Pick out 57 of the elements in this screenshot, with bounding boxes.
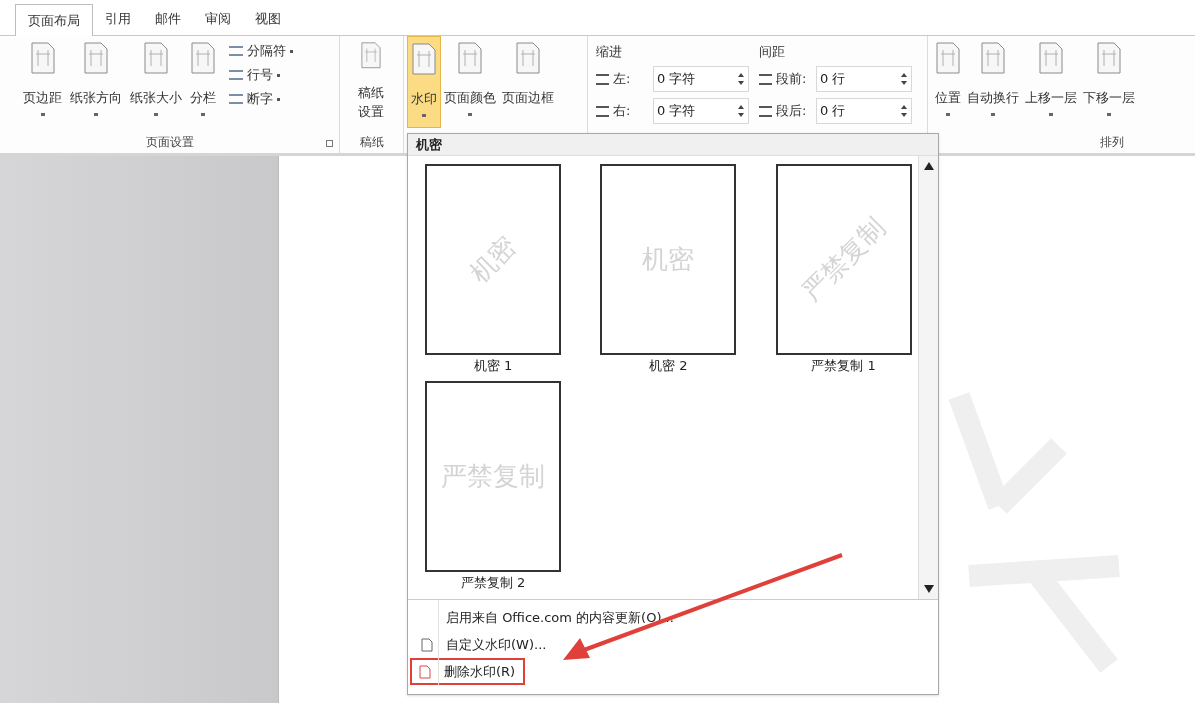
page-icon	[515, 42, 541, 74]
ribbon-tab[interactable]: 引用	[93, 3, 143, 35]
ribbon-button[interactable]: 自动换行	[964, 36, 1022, 128]
dialog-launcher-icon[interactable]	[326, 139, 333, 147]
ribbon-tab[interactable]: 页面布局	[15, 4, 93, 36]
group-label: 稿纸	[359, 134, 384, 152]
lines-icon	[229, 94, 243, 104]
section-title: 缩进	[596, 43, 623, 61]
ribbon-button[interactable]: 纸张大小	[127, 36, 185, 128]
spin-arrows-icon[interactable]	[900, 104, 908, 118]
scroll-down-icon[interactable]	[923, 585, 934, 593]
ribbon-tab[interactable]: 审阅	[193, 3, 243, 35]
section-header: 机密	[416, 135, 442, 154]
page-icon	[83, 42, 109, 74]
menu-item[interactable]: 自定义水印(W)...	[412, 631, 557, 658]
spacing-icon	[596, 105, 609, 117]
ribbon-button[interactable]: 页边距	[20, 36, 65, 128]
spin-arrows-icon[interactable]	[737, 104, 745, 118]
spin-field[interactable]: 0 字符	[653, 98, 749, 124]
page-icon	[190, 42, 216, 74]
lines-icon	[229, 46, 243, 56]
ribbon-button[interactable]: 纸张方向	[67, 36, 125, 128]
ribbon-button[interactable]: 分栏	[187, 36, 219, 128]
spin-arrows-icon[interactable]	[737, 72, 745, 86]
page-icon	[143, 42, 169, 74]
field-label: 段前:	[776, 70, 808, 89]
group-label: 页面设置	[145, 134, 194, 152]
scroll-up-icon[interactable]	[923, 162, 934, 170]
ribbon-button[interactable]: 稿纸设置	[354, 36, 389, 128]
spin-field[interactable]: 0 字符	[653, 66, 749, 92]
field-label: 右:	[613, 102, 632, 121]
scrollbar[interactable]	[918, 156, 938, 599]
page-icon	[29, 42, 56, 74]
spin-field[interactable]: 0 行	[816, 66, 912, 92]
spin-arrows-icon[interactable]	[900, 72, 908, 86]
lines-icon	[229, 70, 243, 80]
spin-field[interactable]: 0 行	[816, 98, 912, 124]
page-icon	[411, 43, 437, 75]
ribbon-button[interactable]: 行号	[229, 64, 293, 86]
ribbon-button[interactable]: 页面颜色	[441, 36, 499, 128]
spacing-icon	[596, 73, 609, 85]
section-title: 间距	[759, 43, 786, 61]
field-label: 段后:	[776, 102, 808, 121]
ribbon-tab[interactable]: 视图	[243, 3, 293, 35]
ribbon-tab[interactable]: 邮件	[143, 3, 193, 35]
ribbon-button[interactable]: 上移一层	[1022, 36, 1080, 128]
ribbon-button[interactable]: 水印	[407, 36, 441, 128]
ribbon-button[interactable]: 位置	[932, 36, 964, 128]
ribbon-button[interactable]: 下移一层	[1080, 36, 1138, 128]
group-label: 排列	[1099, 134, 1124, 152]
menu-item[interactable]: 删除水印(R)	[410, 658, 526, 685]
ribbon-button[interactable]: 页面边框	[499, 36, 557, 128]
spacing-icon	[759, 73, 772, 85]
spacing-icon	[759, 105, 772, 117]
field-label: 左:	[613, 70, 632, 89]
ribbon-button[interactable]: 断字	[229, 88, 293, 110]
ribbon-button[interactable]: 分隔符	[229, 40, 293, 62]
